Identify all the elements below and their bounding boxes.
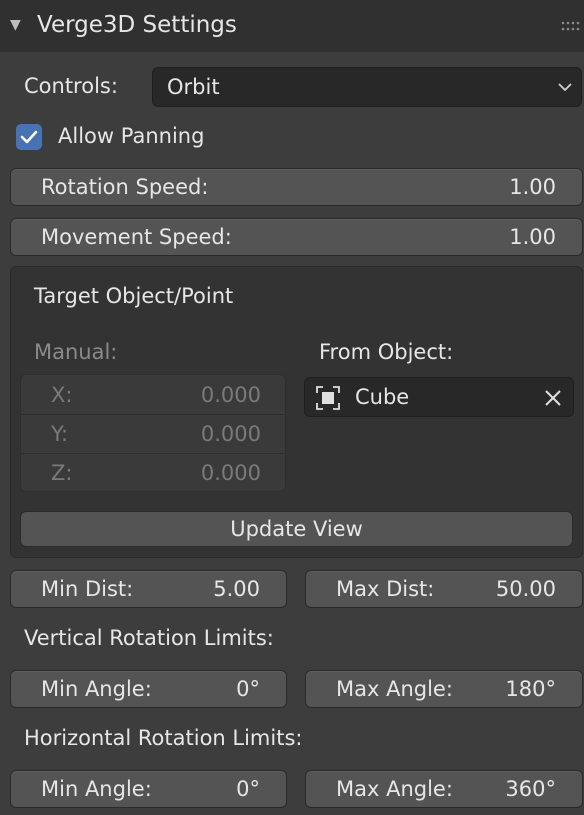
movement-speed-label: Movement Speed: xyxy=(41,225,232,249)
checkmark-icon xyxy=(20,130,38,144)
controls-value: Orbit xyxy=(167,75,220,99)
rotation-speed-label: Rotation Speed: xyxy=(41,175,209,199)
from-object-label: From Object: xyxy=(319,340,454,364)
vertical-max-angle-field[interactable]: Max Angle: 180° xyxy=(305,670,583,708)
max-dist-field[interactable]: Max Dist: 50.00 xyxy=(305,570,583,608)
x-value: 0.000 xyxy=(200,382,261,407)
y-label: Y: xyxy=(51,421,69,446)
drag-grip-icon[interactable] xyxy=(560,18,582,34)
manual-x-field[interactable]: X: 0.000 xyxy=(21,375,285,415)
controls-dropdown[interactable]: Orbit xyxy=(152,67,582,107)
update-view-button[interactable]: Update View xyxy=(20,511,573,547)
close-icon[interactable] xyxy=(543,388,563,408)
movement-speed-field[interactable]: Movement Speed: 1.00 xyxy=(10,218,583,256)
z-label: Z: xyxy=(51,460,73,485)
controls-label: Controls: xyxy=(24,74,118,98)
manual-label: Manual: xyxy=(34,340,118,364)
max-dist-label: Max Dist: xyxy=(336,577,435,601)
movement-speed-value: 1.00 xyxy=(509,225,556,249)
panel-header[interactable]: ▼ Verge3D Settings xyxy=(0,0,584,52)
min-dist-value: 5.00 xyxy=(213,577,260,601)
chevron-down-icon xyxy=(558,83,572,92)
horizontal-min-angle-label: Min Angle: xyxy=(41,777,152,801)
z-value: 0.000 xyxy=(200,460,261,485)
horizontal-min-angle-value: 0° xyxy=(236,777,260,801)
max-dist-value: 50.00 xyxy=(495,577,556,601)
horizontal-max-angle-field[interactable]: Max Angle: 360° xyxy=(305,770,583,808)
horizontal-limits-title: Horizontal Rotation Limits: xyxy=(24,726,303,750)
target-object-value: Cube xyxy=(355,385,410,409)
manual-y-field[interactable]: Y: 0.000 xyxy=(21,414,285,454)
allow-panning-label[interactable]: Allow Panning xyxy=(58,124,204,148)
vertical-min-angle-value: 0° xyxy=(236,677,260,701)
vertical-max-angle-value: 180° xyxy=(505,677,556,701)
panel-title: Verge3D Settings xyxy=(37,12,237,38)
x-label: X: xyxy=(51,382,73,407)
collapse-triangle-icon[interactable]: ▼ xyxy=(10,17,21,33)
rotation-speed-value: 1.00 xyxy=(509,175,556,199)
target-title: Target Object/Point xyxy=(34,284,234,308)
rotation-speed-field[interactable]: Rotation Speed: 1.00 xyxy=(10,168,583,206)
vertical-limits-title: Vertical Rotation Limits: xyxy=(24,626,274,650)
horizontal-min-angle-field[interactable]: Min Angle: 0° xyxy=(10,770,287,808)
target-object-field[interactable]: Cube xyxy=(304,377,574,417)
manual-coordinates: X: 0.000 Y: 0.000 Z: 0.000 xyxy=(20,374,286,492)
vertical-min-angle-field[interactable]: Min Angle: 0° xyxy=(10,670,287,708)
y-value: 0.000 xyxy=(200,421,261,446)
allow-panning-checkbox[interactable] xyxy=(16,124,42,150)
min-dist-field[interactable]: Min Dist: 5.00 xyxy=(10,570,287,608)
min-dist-label: Min Dist: xyxy=(41,577,134,601)
horizontal-max-angle-value: 360° xyxy=(505,777,556,801)
vertical-max-angle-label: Max Angle: xyxy=(336,677,453,701)
object-icon xyxy=(316,386,340,410)
manual-z-field[interactable]: Z: 0.000 xyxy=(21,453,285,491)
vertical-min-angle-label: Min Angle: xyxy=(41,677,152,701)
horizontal-max-angle-label: Max Angle: xyxy=(336,777,453,801)
